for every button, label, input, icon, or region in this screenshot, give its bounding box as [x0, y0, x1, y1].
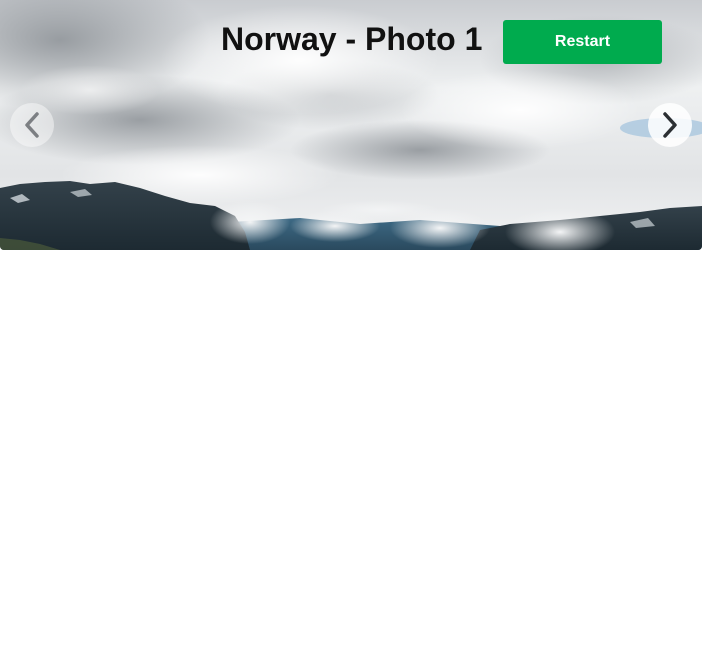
- next-slide-button[interactable]: [648, 103, 692, 147]
- restart-button[interactable]: Restart: [503, 20, 662, 64]
- slide-title: Norway - Photo 1: [221, 21, 483, 57]
- photo-carousel: Norway - Photo 1 Restart: [0, 0, 702, 250]
- previous-slide-button[interactable]: [10, 103, 54, 147]
- chevron-right-icon: [663, 112, 677, 138]
- chevron-left-icon: [25, 112, 39, 138]
